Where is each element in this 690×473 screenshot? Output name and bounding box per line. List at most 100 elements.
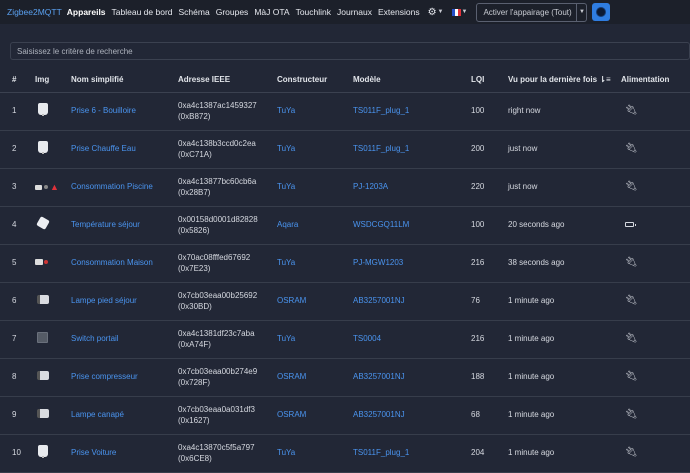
cell-img [35, 282, 71, 321]
chevron-down-icon[interactable]: ▼ [438, 9, 444, 15]
cell-vendor: Aqara [277, 206, 353, 245]
model-link[interactable]: WSDCGQ11LM [353, 220, 409, 229]
device-name-link[interactable]: Prise Chauffe Eau [71, 144, 136, 153]
model-link[interactable]: AB3257001NJ [353, 410, 405, 419]
col-header-img[interactable]: Img [35, 68, 71, 93]
cell-ieee: 0x7cb03eaa00b25692 (0x30BD) [178, 282, 277, 321]
cell-vendor: TuYa [277, 244, 353, 283]
nav-item-appareils[interactable]: Appareils [67, 7, 106, 17]
network-address: (0xC71A) [178, 150, 212, 159]
nav-item-groupes[interactable]: Groupes [216, 7, 249, 17]
cell-img [35, 396, 71, 435]
cell-img [35, 358, 71, 397]
table-row: 3 ▲ Consommation Piscine 0xa4c13877bc60cb6a… [0, 168, 690, 207]
cell-name: Prise Voiture [71, 434, 178, 473]
vendor-link[interactable]: TuYa [277, 448, 295, 457]
cell-lqi: 100 [471, 206, 508, 245]
cell-name: Lampe canapé [71, 396, 178, 435]
model-link[interactable]: TS011F_plug_1 [353, 144, 409, 153]
gear-icon[interactable]: ⚙ [428, 7, 437, 18]
ieee-address: 0x7cb03eaa00b274e9 [178, 366, 258, 376]
col-header-lqi[interactable]: LQI [471, 68, 508, 93]
vendor-link[interactable]: OSRAM [277, 372, 306, 381]
col-header-num[interactable]: # [0, 68, 35, 93]
cell-num: 4 [0, 206, 35, 245]
ieee-address: 0x70ac08fffed67692 [178, 252, 251, 262]
nav-item-extensions[interactable]: Extensions [378, 7, 420, 17]
cell-model: AB3257001NJ [353, 396, 471, 435]
model-link[interactable]: TS0004 [353, 334, 381, 343]
cell-model: WSDCGQ11LM [353, 206, 471, 245]
brand-link[interactable]: Zigbee2MQTT [7, 7, 62, 17]
cell-img: ▲ [35, 168, 71, 207]
cell-ieee: 0xa4c138b3ccd0c2ea (0xC71A) [178, 130, 277, 169]
col-header-power[interactable]: Alimentation [621, 68, 690, 93]
language-chevron-icon[interactable]: ▼ [462, 9, 468, 15]
vendor-link[interactable]: TuYa [277, 334, 295, 343]
device-name-link[interactable]: Prise compresseur [71, 372, 138, 381]
network-address: (0x728F) [178, 378, 211, 387]
permit-join-toggle[interactable] [592, 3, 611, 21]
permit-join-dropdown[interactable]: ▼ [577, 2, 588, 22]
cell-power [621, 206, 690, 245]
cell-last-seen: 38 seconds ago [508, 244, 621, 283]
model-link[interactable]: TS011F_plug_1 [353, 106, 409, 115]
french-flag-icon[interactable] [451, 8, 461, 16]
search-input[interactable]: Saisissez le critère de recherche [10, 42, 690, 60]
cell-name: Lampe pied séjour [71, 282, 178, 321]
cell-num: 2 [0, 130, 35, 169]
model-link[interactable]: AB3257001NJ [353, 372, 405, 381]
cell-vendor: TuYa [277, 168, 353, 207]
table-header-row: # Img Nom simplifié Adresse IEEE Constru… [0, 68, 690, 93]
power-plug-icon: 🔌︎ [625, 295, 638, 306]
cell-name: Prise compresseur [71, 358, 178, 397]
device-name-link[interactable]: Température séjour [71, 220, 140, 229]
cell-num: 6 [0, 282, 35, 321]
cell-model: PJ-1203A [353, 168, 471, 207]
vendor-link[interactable]: Aqara [277, 220, 298, 229]
power-plug-icon: 🔌︎ [625, 181, 638, 192]
vendor-link[interactable]: OSRAM [277, 410, 306, 419]
table-row: 10 Prise Voiture 0xa4c13870c5f5a797 (0x6CE8… [0, 434, 690, 473]
power-plug-icon: 🔌︎ [625, 409, 638, 420]
network-address: (0x28B7) [178, 188, 211, 197]
cell-lqi: 204 [471, 434, 508, 473]
device-name-link[interactable]: Consommation Piscine [71, 182, 153, 191]
col-header-last-seen[interactable]: Vu pour la dernière fois ⇂≡ [508, 68, 621, 93]
cell-lqi: 188 [471, 358, 508, 397]
model-link[interactable]: TS011F_plug_1 [353, 448, 409, 457]
nav-item-journaux[interactable]: Journaux [337, 7, 372, 17]
vendor-link[interactable]: TuYa [277, 182, 295, 191]
cell-power: 🔌︎ [621, 244, 690, 283]
vendor-link[interactable]: OSRAM [277, 296, 306, 305]
cell-last-seen: right now [508, 92, 621, 131]
cell-power: 🔌︎ [621, 92, 690, 131]
vendor-link[interactable]: TuYa [277, 258, 295, 267]
vendor-link[interactable]: TuYa [277, 144, 295, 153]
device-name-link[interactable]: Switch portail [71, 334, 119, 343]
col-header-vendor[interactable]: Constructeur [277, 68, 353, 93]
cell-vendor: TuYa [277, 434, 353, 473]
ieee-address: 0x7cb03eaa00b25692 [178, 290, 258, 300]
nav-item-schema[interactable]: Schéma [179, 7, 210, 17]
nav-item-maj-ota[interactable]: MàJ OTA [254, 7, 289, 17]
model-link[interactable]: PJ-1203A [353, 182, 388, 191]
cell-lqi: 220 [471, 168, 508, 207]
device-plug-image [38, 445, 48, 459]
device-name-link[interactable]: Lampe pied séjour [71, 296, 137, 305]
permit-join-button[interactable]: Activer l'appairage (Tout) [476, 2, 578, 22]
device-osram-image [37, 370, 49, 380]
device-name-link[interactable]: Lampe canapé [71, 410, 124, 419]
cell-ieee: 0xa4c13870c5f5a797 (0x6CE8) [178, 434, 277, 473]
nav-item-touchlink[interactable]: Touchlink [296, 7, 331, 17]
col-header-ieee[interactable]: Adresse IEEE [178, 68, 277, 93]
col-header-name[interactable]: Nom simplifié [71, 68, 178, 93]
model-link[interactable]: PJ-MGW1203 [353, 258, 403, 267]
device-name-link[interactable]: Prise Voiture [71, 448, 116, 457]
device-name-link[interactable]: Consommation Maison [71, 258, 153, 267]
nav-item-tableau-de-bord[interactable]: Tableau de bord [112, 7, 173, 17]
vendor-link[interactable]: TuYa [277, 106, 295, 115]
device-name-link[interactable]: Prise 6 - Bouilloire [71, 106, 136, 115]
col-header-model[interactable]: Modèle [353, 68, 471, 93]
model-link[interactable]: AB3257001NJ [353, 296, 405, 305]
